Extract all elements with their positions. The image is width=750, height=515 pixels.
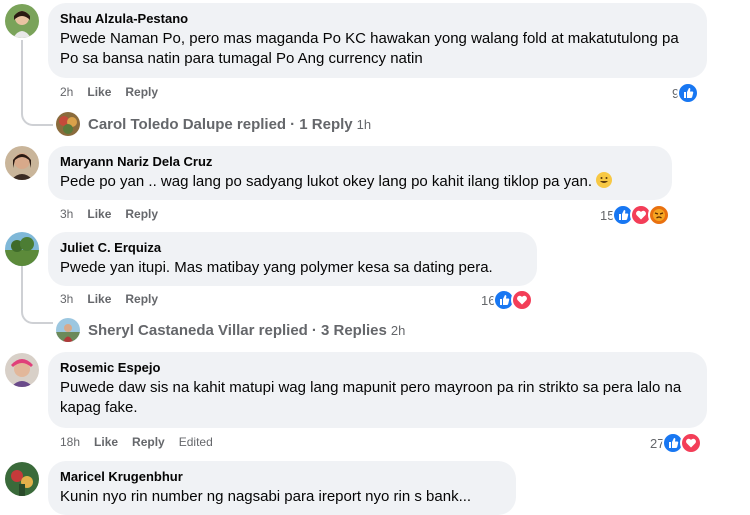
love-icon [680,432,703,454]
replies-time: 1h [356,116,372,132]
reply-button[interactable]: Reply [125,292,158,306]
comment-author[interactable]: Juliet C. Erquiza [60,240,525,256]
comment-author[interactable]: Shau Alzula-Pestano [60,11,695,27]
like-button[interactable]: Like [87,85,111,99]
comment-actions: 3h Like Reply [60,206,172,222]
comment-time[interactable]: 18h [60,435,80,449]
comment-time[interactable]: 3h [60,292,73,306]
avatar[interactable] [5,462,39,496]
avatar[interactable] [5,146,39,180]
comment-actions: 3h Like Reply [60,291,172,307]
avatar[interactable] [5,232,39,266]
comment-actions: 18h Like Reply Edited [60,434,227,450]
reply-avatar [56,112,80,136]
reply-avatar [56,318,80,342]
comment-text: Puwede daw sis na kahit matupi wag lang … [60,379,682,416]
view-replies-link[interactable]: Carol Toledo Dalupe replied · 1 Reply 1h [56,112,371,136]
comment-text: Pwede yan itupi. Mas matibay yang polyme… [60,259,493,276]
edited-label: Edited [178,435,213,449]
comment-text-content: Pede po yan .. wag lang po sadyang lukot… [60,173,593,190]
comment-bubble: Rosemic Espejo Puwede daw sis na kahit m… [48,352,707,428]
thread-line-curve [21,308,53,324]
comment-author[interactable]: Rosemic Espejo [60,360,695,376]
comment-actions: 2h Like Reply [60,84,172,100]
reaction-summary[interactable]: 16 [481,289,534,311]
reply-button[interactable]: Reply [125,207,158,221]
replied-by-text: Carol Toledo Dalupe replied [88,115,287,133]
like-button[interactable]: Like [94,435,118,449]
view-replies-link[interactable]: Sheryl Castaneda Villar replied · 3 Repl… [56,318,405,342]
replies-count: · 3 Replies [311,321,387,339]
replied-by-text: Sheryl Castaneda Villar replied [88,321,308,339]
reaction-summary[interactable]: 27 [650,432,703,454]
comment-text: Pwede Naman Po, pero mas maganda Po KC h… [60,30,679,67]
love-icon [511,289,534,311]
reaction-summary[interactable]: 9 [672,82,700,104]
comment-bubble: Maricel Krugenbhur Kunin nyo rin number … [48,461,516,515]
reply-button[interactable]: Reply [132,435,165,449]
like-button[interactable]: Like [87,207,111,221]
replies-time: 2h [390,322,406,338]
comment-author[interactable]: Maricel Krugenbhur [60,469,504,485]
comment-bubble: Juliet C. Erquiza Pwede yan itupi. Mas m… [48,232,537,286]
reply-button[interactable]: Reply [125,85,158,99]
comment-bubble: Shau Alzula-Pestano Pwede Naman Po, pero… [48,3,707,78]
comment-time[interactable]: 3h [60,207,73,221]
grinning-emoji-icon [596,172,613,188]
thread-line-curve [21,110,53,126]
thread-line [21,266,23,310]
like-button[interactable]: Like [87,292,111,306]
avatar[interactable] [5,353,39,387]
reaction-summary[interactable]: 15 [600,204,671,226]
comment-text: Kunin nyo rin number ng nagsabi para ire… [60,488,472,505]
avatar[interactable] [5,4,39,38]
comment-time[interactable]: 2h [60,85,73,99]
like-icon [677,82,700,104]
comment-bubble: Maryann Nariz Dela Cruz Pede po yan .. w… [48,146,672,200]
comment-author[interactable]: Maryann Nariz Dela Cruz [60,154,660,170]
replies-count: · 1 Reply [290,115,353,133]
comment-text: Pede po yan .. wag lang po sadyang lukot… [60,172,660,192]
thread-line [21,40,23,112]
angry-icon [648,204,671,226]
